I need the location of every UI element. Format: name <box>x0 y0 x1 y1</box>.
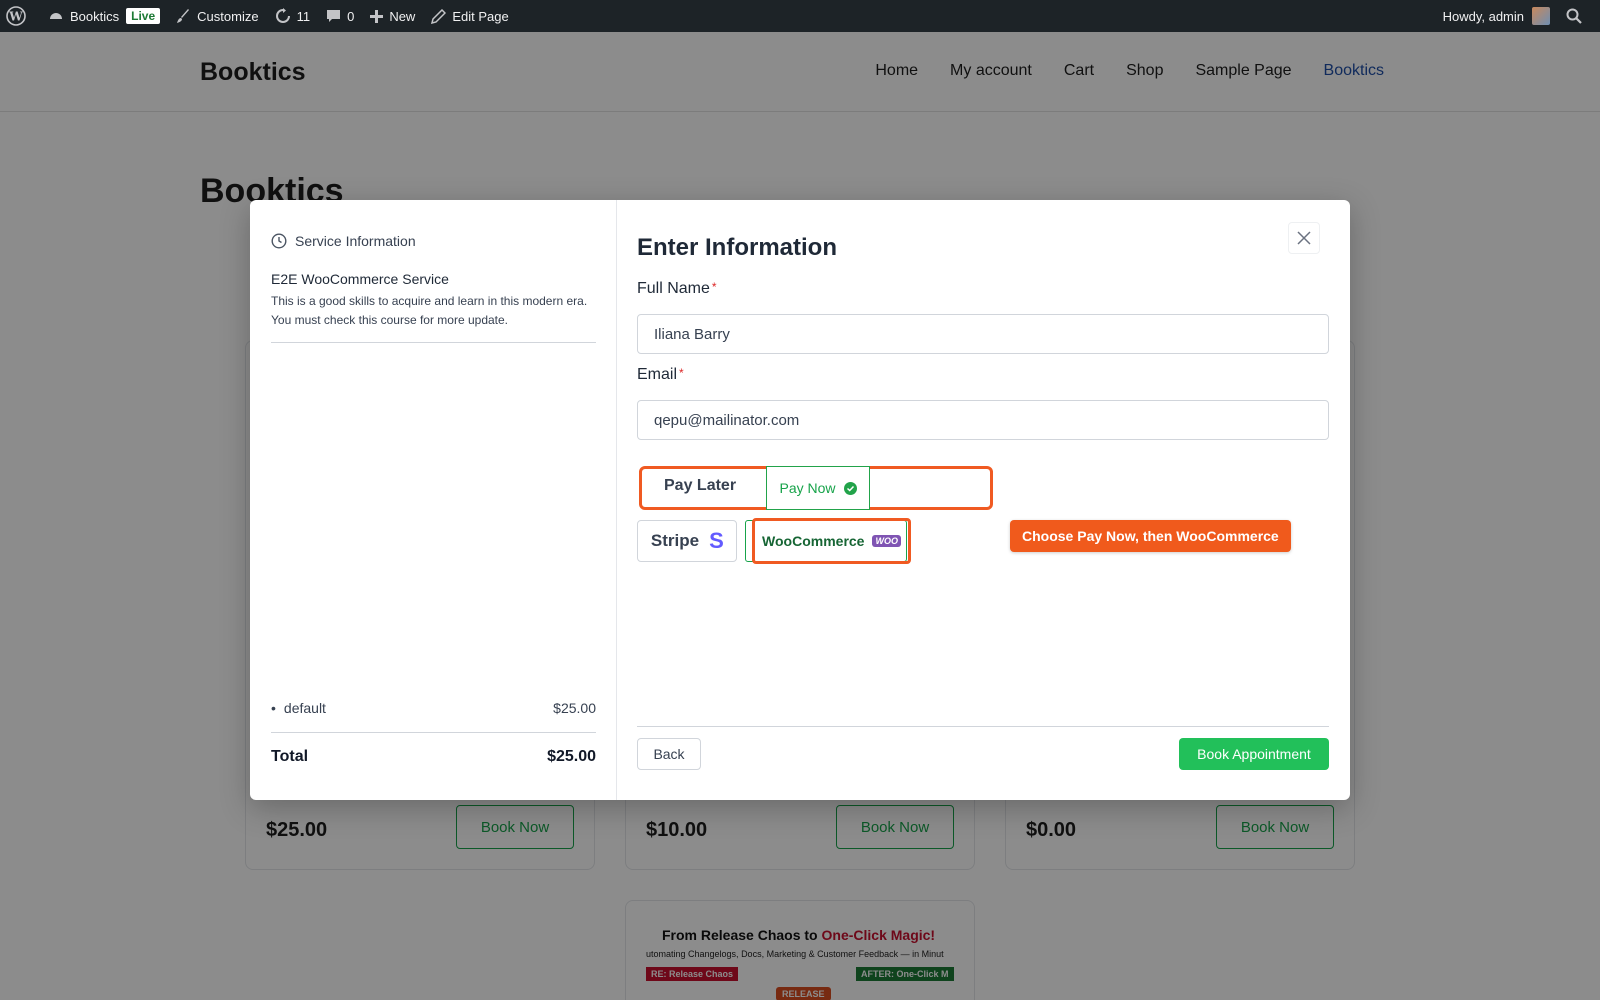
brush-icon <box>177 8 190 23</box>
woocommerce-label: WooCommerce <box>762 533 865 549</box>
refresh-icon <box>275 8 290 23</box>
howdy-label: Howdy, admin <box>1442 8 1524 24</box>
payment-option-group: Pay Later Pay Now <box>639 466 993 510</box>
service-name: E2E WooCommerce Service <box>271 271 449 287</box>
svg-text:W: W <box>8 10 23 24</box>
required-mark: * <box>679 366 684 380</box>
updates-link[interactable]: 11 <box>267 0 319 32</box>
line-item-name: default <box>283 700 326 716</box>
back-button[interactable]: Back <box>637 738 701 770</box>
pencil-icon <box>431 8 447 24</box>
edit-page-label: Edit Page <box>452 8 509 24</box>
full-name-label-text: Full Name <box>637 280 710 297</box>
comments-count: 0 <box>347 8 355 24</box>
stripe-label: Stripe <box>650 531 700 550</box>
email-label: Email * <box>637 366 684 384</box>
my-account-link[interactable]: Howdy, admin <box>1435 0 1558 32</box>
dashboard-gauge-icon <box>50 13 62 19</box>
pay-later-option[interactable]: Pay Later <box>664 477 736 495</box>
service-description: This is a good skills to acquire and lea… <box>271 294 588 327</box>
admin-search-button[interactable] <box>1558 0 1600 32</box>
updates-count: 11 <box>296 8 311 24</box>
service-summary-panel: Service Information E2E WooCommerce Serv… <box>250 200 617 800</box>
site-name-label: Booktics <box>70 8 120 24</box>
bullet: • <box>271 700 276 716</box>
full-name-label: Full Name * <box>637 280 717 298</box>
customize-link[interactable]: Customize <box>168 0 266 32</box>
avatar <box>1532 7 1550 25</box>
woocommerce-logo-icon: WOO <box>872 535 901 547</box>
service-information-heading: Service Information <box>271 233 416 249</box>
pay-now-option[interactable]: Pay Now <box>766 466 870 510</box>
stripe-logo-icon: S <box>709 528 724 553</box>
required-mark: * <box>711 280 717 294</box>
book-appointment-button[interactable]: Book Appointment <box>1179 738 1329 770</box>
site-name-link[interactable]: Booktics Live <box>40 0 168 32</box>
woocommerce-gateway-option[interactable]: WooCommerce WOO <box>752 518 911 564</box>
pay-now-label: Pay Now <box>779 480 836 496</box>
total-label: Total <box>271 748 309 765</box>
close-icon <box>1297 231 1311 245</box>
wordpress-logo-button[interactable]: W <box>0 0 40 32</box>
stripe-gateway-option[interactable]: Stripe S <box>637 520 737 562</box>
enter-information-panel: Enter Information Full Name* Email* Pay … <box>617 200 1350 800</box>
new-label: New <box>389 8 416 24</box>
email-input[interactable] <box>637 400 1329 440</box>
wordpress-icon: W <box>6 6 26 26</box>
divider <box>271 342 596 343</box>
full-name-input[interactable] <box>637 314 1329 354</box>
service-information-label: Service Information <box>295 233 416 249</box>
comments-link[interactable]: 0 <box>318 0 362 32</box>
booking-modal: Service Information E2E WooCommerce Serv… <box>250 200 1350 800</box>
wp-admin-bar: W Booktics Live Customize 11 0 New Edit … <box>0 0 1600 32</box>
customize-label: Customize <box>197 8 259 24</box>
divider <box>271 732 596 733</box>
divider <box>637 726 1329 727</box>
enter-information-title: Enter Information <box>637 234 838 261</box>
live-badge: Live <box>126 8 161 24</box>
email-label-text: Email <box>637 366 678 383</box>
edit-page-link[interactable]: Edit Page <box>423 0 516 32</box>
line-item: • default $25.00 <box>271 700 596 716</box>
new-content-link[interactable]: New <box>362 0 423 32</box>
instruction-hint: Choose Pay Now, then WooCommerce <box>1010 520 1291 552</box>
comment-icon <box>327 9 341 22</box>
plus-icon <box>370 9 384 23</box>
close-button[interactable] <box>1288 222 1320 254</box>
total-value: $25.00 <box>547 748 596 765</box>
check-circle-icon <box>843 481 857 495</box>
total-row: Total $25.00 <box>271 748 596 766</box>
clock-icon <box>271 233 287 249</box>
line-item-price: $25.00 <box>553 700 596 716</box>
search-icon <box>1566 8 1582 24</box>
